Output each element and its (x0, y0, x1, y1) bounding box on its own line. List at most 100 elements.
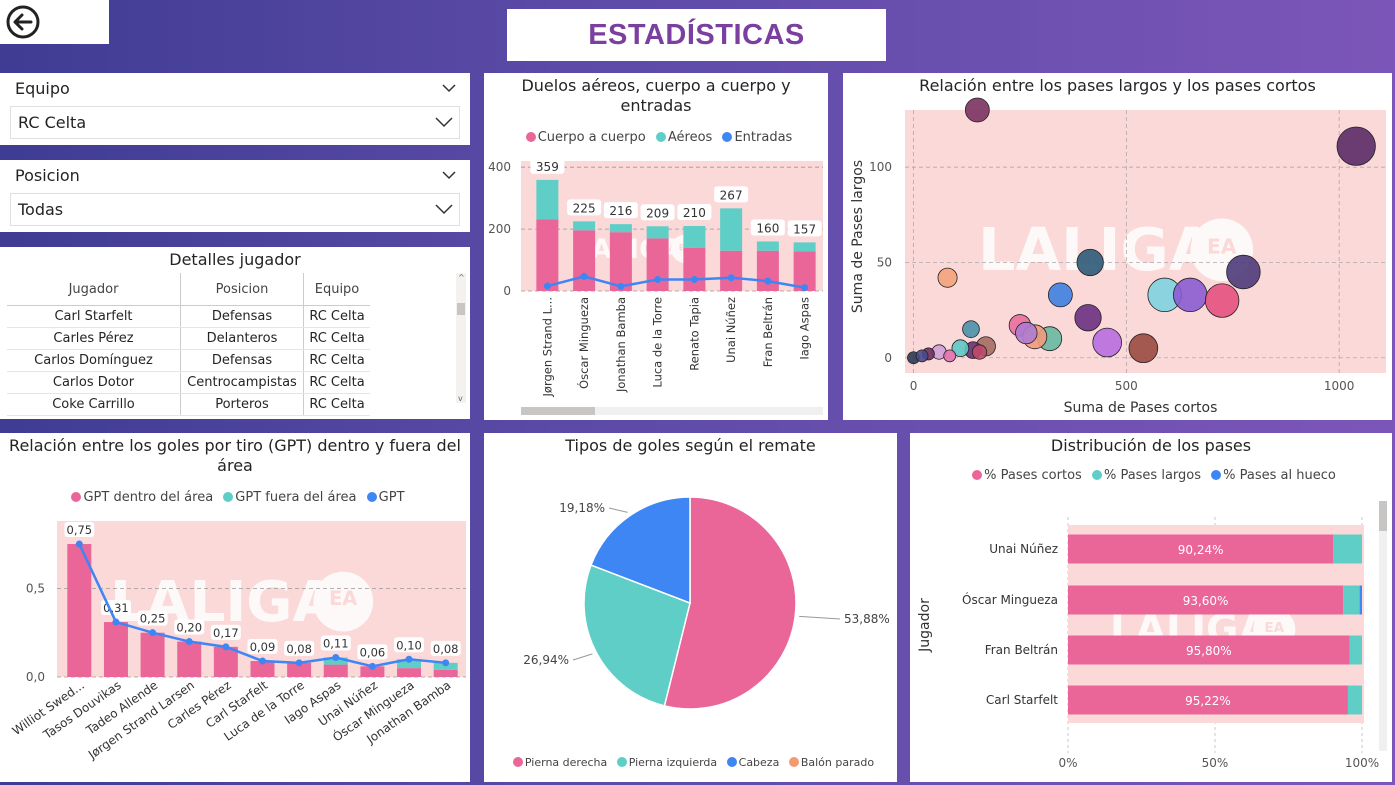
scatter-point (1015, 321, 1038, 345)
cell: Centrocampistas (180, 371, 304, 394)
y-tick-label: Carl Starfelt (986, 693, 1058, 707)
legend-item[interactable]: Aéreos (668, 130, 712, 145)
x-tick-label: 0% (1058, 756, 1077, 770)
cell: Carlos Domínguez (7, 349, 181, 372)
chevron-down-icon[interactable] (442, 81, 456, 95)
x-tick-label: 100% (1345, 756, 1379, 770)
y-tick-label: Óscar Mingueza (962, 592, 1058, 607)
legend-dot-icon (525, 132, 536, 142)
detalles-title: Detalles jugador (169, 250, 301, 269)
scroll-down-icon[interactable]: v (458, 394, 463, 403)
data-label-bg (677, 204, 712, 220)
table-row[interactable]: Carlos Domínguez Defensas RC Celta (7, 349, 370, 372)
cell: Carl Starfelt (7, 305, 181, 328)
x-tick-label: Jørgen Strand L... (540, 297, 554, 397)
vertical-scrollbar[interactable] (1379, 501, 1387, 751)
scatter-point (1336, 126, 1376, 166)
legend-item[interactable]: Entradas (734, 130, 792, 145)
data-label: 0,06 (360, 645, 386, 659)
bar-gpt-dentro (177, 641, 202, 677)
bar-cuerpo (573, 230, 596, 291)
entradas-point (617, 282, 625, 290)
column-header[interactable]: Equipo (303, 273, 370, 306)
legend-item[interactable]: Cuerpo a cuerpo (538, 130, 646, 145)
data-label: 0,11 (323, 637, 349, 651)
y-tick-label: 100 (869, 160, 892, 174)
scroll-thumb[interactable] (1379, 501, 1387, 531)
chevron-down-icon (435, 117, 453, 128)
data-label-bg (714, 186, 749, 203)
y-tick-label: 0 (884, 351, 892, 365)
bar-aereos (536, 179, 559, 220)
data-label: 95,80% (1186, 644, 1232, 658)
table-scrollbar[interactable]: ^ v (456, 273, 466, 403)
legend-item[interactable]: Balón parado (801, 756, 874, 769)
column-header[interactable]: Jugador (7, 273, 181, 306)
y-tick-label: 50 (877, 255, 892, 269)
chevron-down-icon[interactable] (442, 168, 456, 182)
y-tick-label: Unai Núñez (989, 542, 1058, 556)
ea-sports-badge-text: EA (1264, 620, 1284, 636)
x-tick-label: 0 (910, 379, 918, 393)
column-header[interactable]: Posicion (180, 273, 304, 306)
equipo-slicer: Equipo RC Celta (0, 73, 470, 145)
entradas-point (764, 277, 772, 285)
table-row[interactable]: Carl Starfelt Defensas RC Celta (7, 305, 370, 328)
legend-item[interactable]: Pierna derecha (525, 756, 607, 769)
data-label: 210 (683, 206, 706, 220)
data-label: 0,17 (213, 626, 239, 640)
bar-cuerpo (683, 247, 706, 291)
distrib-chart: 0% 50% 100%LALIGAEA90,24%Unai Núñez93,60%Ó… (917, 517, 1379, 770)
bar-gpt-dentro (323, 664, 348, 677)
duelos-legend: Cuerpo a cuerpo Aéreos Entradas (484, 130, 828, 145)
bar-gpt-dentro (140, 632, 165, 677)
duelos-chart: LALIGAEA 0 200 400 359 Jørgen Strand L... 225 Ó… (488, 157, 823, 397)
x-axis-label: Suma de Pases cortos (1064, 400, 1218, 416)
cell: Defensas (180, 349, 304, 372)
posicion-dropdown[interactable]: Todas (10, 193, 460, 226)
y-tick-label: 0 (503, 284, 511, 298)
table-row[interactable]: Coke Carrillo Porteros RC Celta (7, 393, 370, 416)
ea-sports-badge-text: EA (329, 587, 357, 610)
gpt-point (368, 662, 376, 670)
gpt-point (405, 655, 413, 663)
scroll-thumb[interactable] (457, 303, 465, 315)
scroll-thumb[interactable] (521, 407, 595, 415)
bar-cuerpo (646, 238, 669, 291)
tipos-chart: 53,88% 26,94% 19,18% (523, 496, 890, 710)
cell: Coke Carrillo (7, 393, 181, 416)
data-label-bg (530, 157, 565, 174)
bar-gpt-dentro (397, 668, 422, 677)
tipos-legend: Pierna derecha Pierna izquierda Cabeza B… (484, 756, 897, 769)
scatter-point (962, 320, 980, 338)
chevron-down-icon (435, 204, 453, 215)
pie-leader-line (608, 507, 628, 513)
gpt-point (222, 643, 230, 651)
table-row[interactable]: Carlos Dotor Centrocampistas RC Celta (7, 371, 370, 394)
legend-item[interactable]: Pierna izquierda (629, 756, 717, 769)
table-row[interactable]: Carles Pérez Delanteros RC Celta (7, 327, 370, 350)
pases-chart: LALIGAEA 0 500 1000 0 50 100 Suma de Pases cort… (850, 97, 1386, 416)
scroll-up-icon[interactable]: ^ (458, 273, 465, 282)
data-label: 0,10 (396, 638, 422, 652)
horizontal-scrollbar[interactable] (521, 407, 823, 415)
laliga-watermark-text: LALIGA (574, 234, 682, 265)
legend-item[interactable]: Cabeza (739, 756, 780, 769)
x-tick-label: Jonathan Bamba (614, 297, 628, 393)
gpt-point (185, 638, 193, 646)
back-button[interactable] (0, 0, 109, 44)
y-tick-label: 0,5 (26, 581, 45, 595)
gpt-point (112, 618, 120, 626)
data-label: 216 (609, 204, 632, 218)
bar-segment (1343, 585, 1360, 615)
equipo-dropdown[interactable]: RC Celta (10, 106, 460, 139)
x-tick-label: Iago Aspas (798, 297, 812, 360)
data-label: 0,20 (176, 621, 202, 635)
legend-dot-icon (722, 132, 733, 142)
plot-background (521, 161, 823, 291)
entradas-point (654, 276, 662, 284)
gpt-point (259, 657, 266, 665)
cell: RC Celta (303, 349, 370, 372)
data-label-bg (640, 204, 675, 221)
x-tick-label: Luca de la Torre (651, 297, 665, 388)
